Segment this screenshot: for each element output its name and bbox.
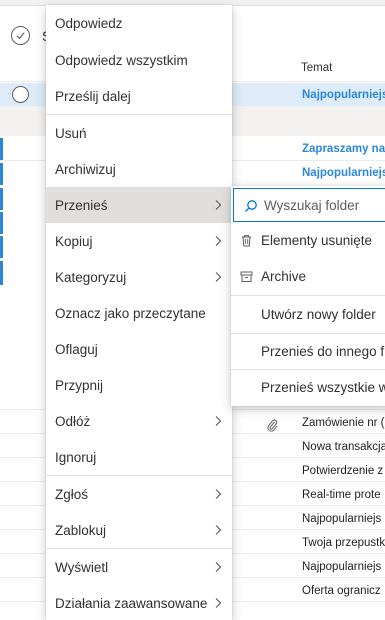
unread-indicator <box>0 163 3 185</box>
menu-item-mark-read[interactable]: Oznacz jako przeczytane <box>46 295 232 331</box>
submenu-item-label: Elementy usunięte <box>261 233 373 248</box>
menu-item-label: Odpowiedz <box>55 15 123 31</box>
folder-search-box[interactable] <box>233 188 385 222</box>
row-subject[interactable]: Najpopularniejs <box>302 513 385 525</box>
submenu-item-label: Archive <box>261 269 307 284</box>
context-menu: Odpowiedz Odpowiedz wszystkim Prześlij d… <box>46 5 232 620</box>
chevron-right-icon <box>215 562 222 572</box>
unread-indicator <box>0 261 3 285</box>
chevron-right-icon <box>215 489 222 499</box>
menu-item-label: Kategoryzuj <box>55 269 127 285</box>
submenu-item-new-folder[interactable]: Utwórz nowy folder <box>231 297 385 333</box>
submenu-item-move-all[interactable]: Przenieś wszystkie w <box>231 370 385 406</box>
menu-item-label: Działania zaawansowane <box>55 595 208 611</box>
archive-icon <box>240 271 253 282</box>
chevron-right-icon <box>215 272 222 282</box>
unread-indicator <box>0 138 3 160</box>
submenu-item-label: Przenieś do innego f <box>261 344 385 359</box>
menu-item-label: Przenieś <box>55 197 108 213</box>
submenu-separator <box>231 295 385 296</box>
row-subject[interactable]: Twoja przepustk <box>302 537 385 549</box>
menu-item-reply-all[interactable]: Odpowiedz wszystkim <box>46 42 232 78</box>
submenu-item-move-to-other-folder[interactable]: Przenieś do innego f <box>231 334 385 370</box>
row-subject[interactable]: Najpopularniejs <box>302 89 385 101</box>
menu-item-flag[interactable]: Oflaguj <box>46 331 232 367</box>
menu-item-label: Oznacz jako przeczytane <box>55 305 206 321</box>
menu-item-pin[interactable]: Przypnij <box>46 367 232 403</box>
unread-indicator <box>0 212 3 234</box>
chevron-right-icon <box>215 200 222 210</box>
paperclip-icon <box>267 419 278 432</box>
menu-item-label: Zgłoś <box>55 486 89 502</box>
select-all-checkbox[interactable] <box>11 26 30 45</box>
submenu-item-deleted-items[interactable]: Elementy usunięte <box>231 223 385 259</box>
menu-item-copy[interactable]: Kopiuj <box>46 223 232 259</box>
row-subject[interactable]: Real-time prote <box>302 489 385 501</box>
row-subject[interactable]: Zapraszamy na <box>302 143 385 155</box>
submenu-item-label: Przenieś wszystkie w <box>261 380 385 395</box>
chevron-right-icon <box>215 598 222 608</box>
menu-item-move[interactable]: Przenieś <box>46 187 232 223</box>
menu-item-block[interactable]: Zablokuj <box>46 512 232 548</box>
chevron-right-icon <box>215 525 222 535</box>
chevron-right-icon <box>215 236 222 246</box>
menu-item-archive[interactable]: Archiwizuj <box>46 151 232 187</box>
menu-item-label: Odłóż <box>55 413 91 429</box>
submenu-item-archive[interactable]: Archive <box>231 259 385 295</box>
menu-item-forward[interactable]: Prześlij dalej <box>46 78 232 114</box>
column-header-subject[interactable]: Temat <box>301 62 332 74</box>
menu-item-label: Prześlij dalej <box>55 88 131 104</box>
row-subject[interactable]: Najpopularniejs <box>302 561 385 573</box>
row-subject[interactable]: Potwierdzenie z <box>302 465 385 477</box>
folder-search-input[interactable] <box>264 195 385 215</box>
menu-item-label: Wyświetl <box>55 559 109 575</box>
row-subject[interactable]: Oferta ogranicz <box>302 585 385 597</box>
menu-item-ignore[interactable]: Ignoruj <box>46 439 232 475</box>
row-subject[interactable]: Zamówienie nr ( <box>302 417 385 429</box>
row-select-radio[interactable] <box>12 86 29 103</box>
move-submenu: Elementy usunięte Archive Utwórz nowy fo… <box>231 186 385 406</box>
menu-item-label: Zablokuj <box>55 522 107 538</box>
chevron-right-icon <box>215 416 222 426</box>
menu-item-delete[interactable]: Usuń <box>46 115 232 151</box>
menu-item-label: Ignoruj <box>55 449 97 465</box>
menu-item-categorize[interactable]: Kategoryzuj <box>46 259 232 295</box>
menu-item-label: Archiwizuj <box>55 161 116 177</box>
trash-icon <box>242 235 251 247</box>
search-icon <box>245 200 257 212</box>
menu-item-label: Kopiuj <box>55 233 93 249</box>
menu-item-view[interactable]: Wyświetl <box>46 549 232 585</box>
row-subject[interactable]: Najpopularniejs <box>302 167 385 179</box>
menu-item-snooze[interactable]: Odłóż <box>46 403 232 439</box>
menu-item-label: Oflaguj <box>55 341 98 357</box>
row-subject[interactable]: Nowa transakcja <box>302 441 385 453</box>
menu-item-reply[interactable]: Odpowiedz <box>46 5 232 41</box>
menu-item-label: Odpowiedz wszystkim <box>55 52 188 68</box>
checkmark-icon <box>16 32 25 40</box>
menu-item-label: Przypnij <box>55 377 104 393</box>
submenu-item-label: Utwórz nowy folder <box>261 307 376 322</box>
menu-item-label: Usuń <box>55 125 87 141</box>
menu-item-report[interactable]: Zgłoś <box>46 476 232 512</box>
unread-indicator <box>0 188 3 210</box>
menu-item-advanced-actions[interactable]: Działania zaawansowane <box>46 585 232 620</box>
unread-indicator <box>0 236 3 258</box>
